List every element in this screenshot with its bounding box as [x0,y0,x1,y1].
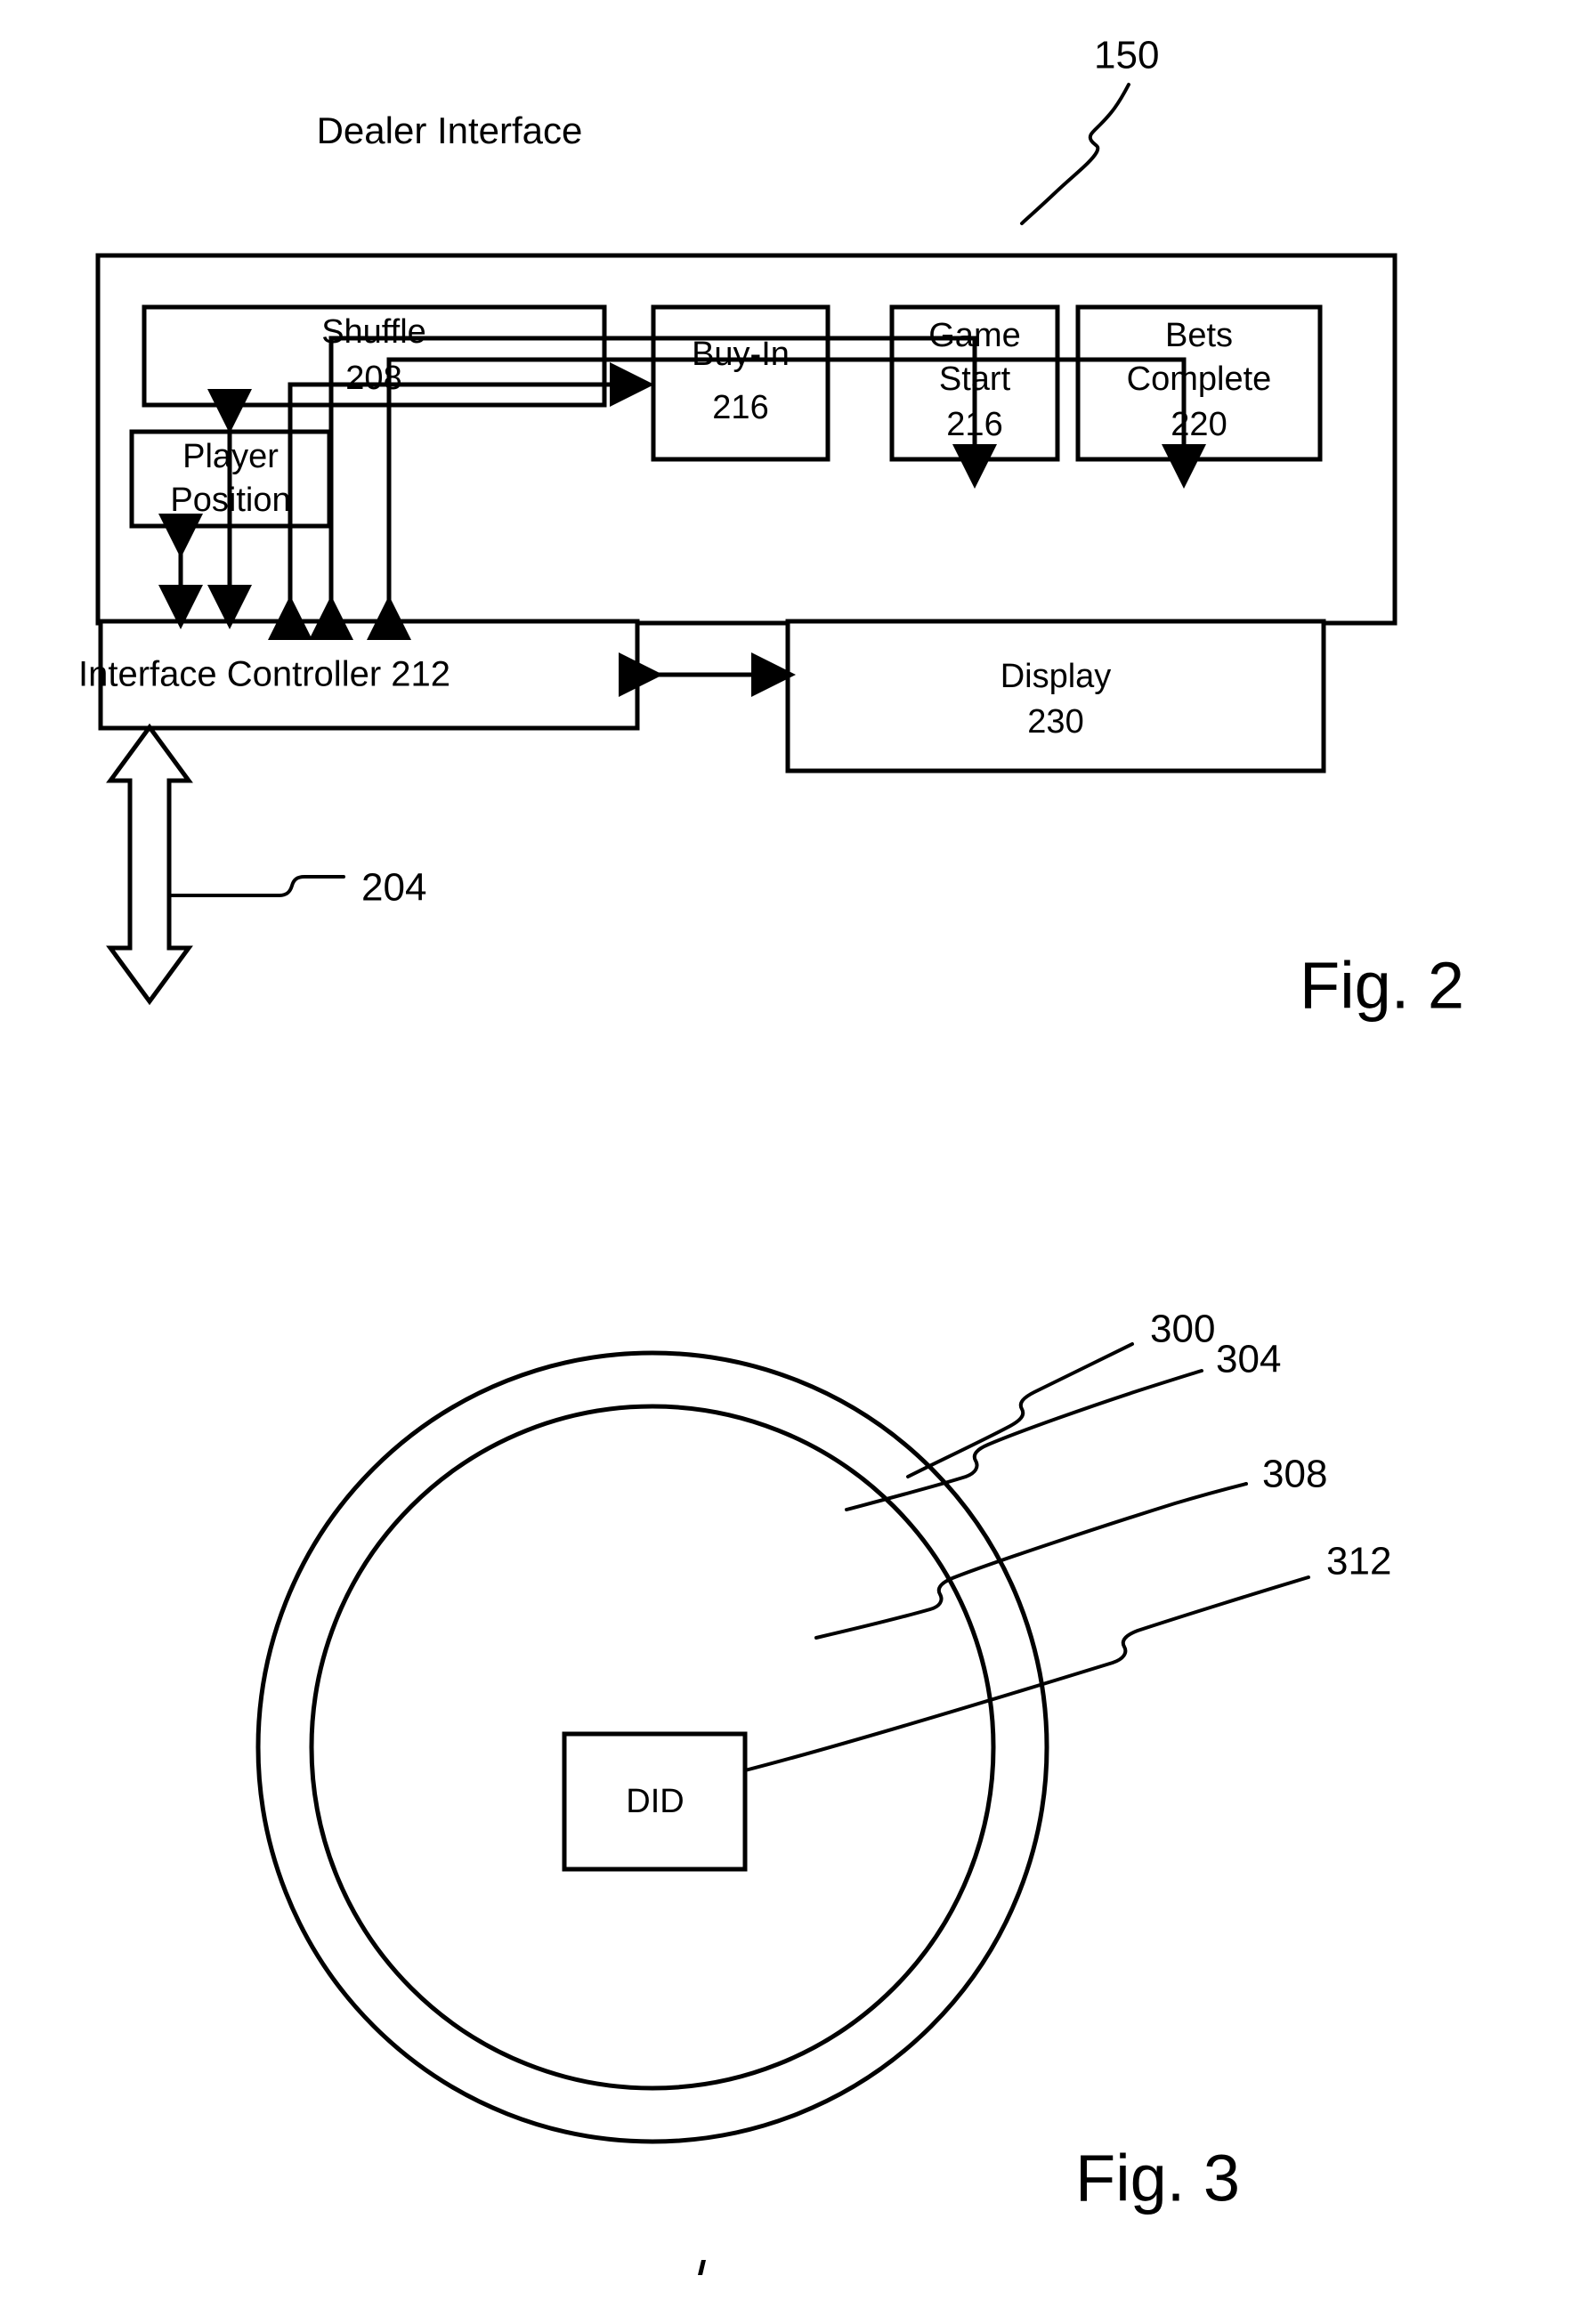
shuffle-label: Shuffle [321,313,426,351]
ref-308-group: 308 [814,1453,1327,1640]
shuffle-number: 208 [345,360,401,397]
ref-204-leader [167,875,345,897]
ref-numeral-304: 304 [1216,1338,1281,1381]
bus-arrow-shape [106,723,193,1006]
box-bets-complete[interactable]: Bets Complete 220 [1075,304,1323,462]
display-box-rect[interactable] [785,619,1326,773]
box-shuffle[interactable]: Shuffle 208 [142,304,607,408]
ref-150-group: 150 [1020,34,1159,225]
ref-numeral-204: 204 [361,866,426,910]
display-label: Display [1001,658,1112,695]
figure-sheet-svg: 150 Dealer Interface Shuffle 208 Buy-In … [78,34,1464,2275]
box-display[interactable]: Display 230 [785,619,1326,773]
ref-numeral-308: 308 [1262,1453,1327,1496]
bets-complete-number: 220 [1171,406,1227,443]
bets-complete-label-line2: Complete [1127,360,1272,398]
patent-drawing-sheet: 150 Dealer Interface Shuffle 208 Buy-In … [0,0,1596,2300]
bets-complete-label-line1: Bets [1165,317,1233,354]
interface-controller-label: Interface Controller 212 [78,655,450,694]
display-number: 230 [1027,703,1083,741]
ref-312-group: 312 [743,1540,1391,1772]
figure-2-caption: Fig. 2 [1300,949,1464,1023]
box-buy-in[interactable]: Buy-In 216 [651,304,830,462]
ref-204-group: 204 [167,866,426,910]
ref-300-group: 300 [906,1308,1215,1478]
buy-in-label: Buy-In [692,336,790,373]
box-did[interactable]: DID [562,1731,748,1872]
ref-numeral-300: 300 [1150,1308,1215,1351]
buy-in-number: 216 [712,389,768,426]
box-interface-controller[interactable]: Interface Controller 212 [78,619,640,731]
ref-304-group: 304 [845,1338,1281,1511]
scan-artifact-mark [698,2260,706,2275]
figure-3-caption: Fig. 3 [1075,2142,1240,2215]
connector-controller-buyin [268,362,655,640]
ref-300-leader [906,1342,1134,1478]
ref-312-leader [743,1575,1310,1772]
ref-numeral-312: 312 [1326,1540,1391,1583]
buy-in-box-rect[interactable] [651,304,830,462]
did-label: DID [626,1783,684,1820]
ref-150-leader [1020,83,1130,225]
dealer-interface-title: Dealer Interface [317,109,583,151]
ref-numeral-150: 150 [1094,34,1159,77]
external-bus-arrow-204 [106,723,193,1006]
